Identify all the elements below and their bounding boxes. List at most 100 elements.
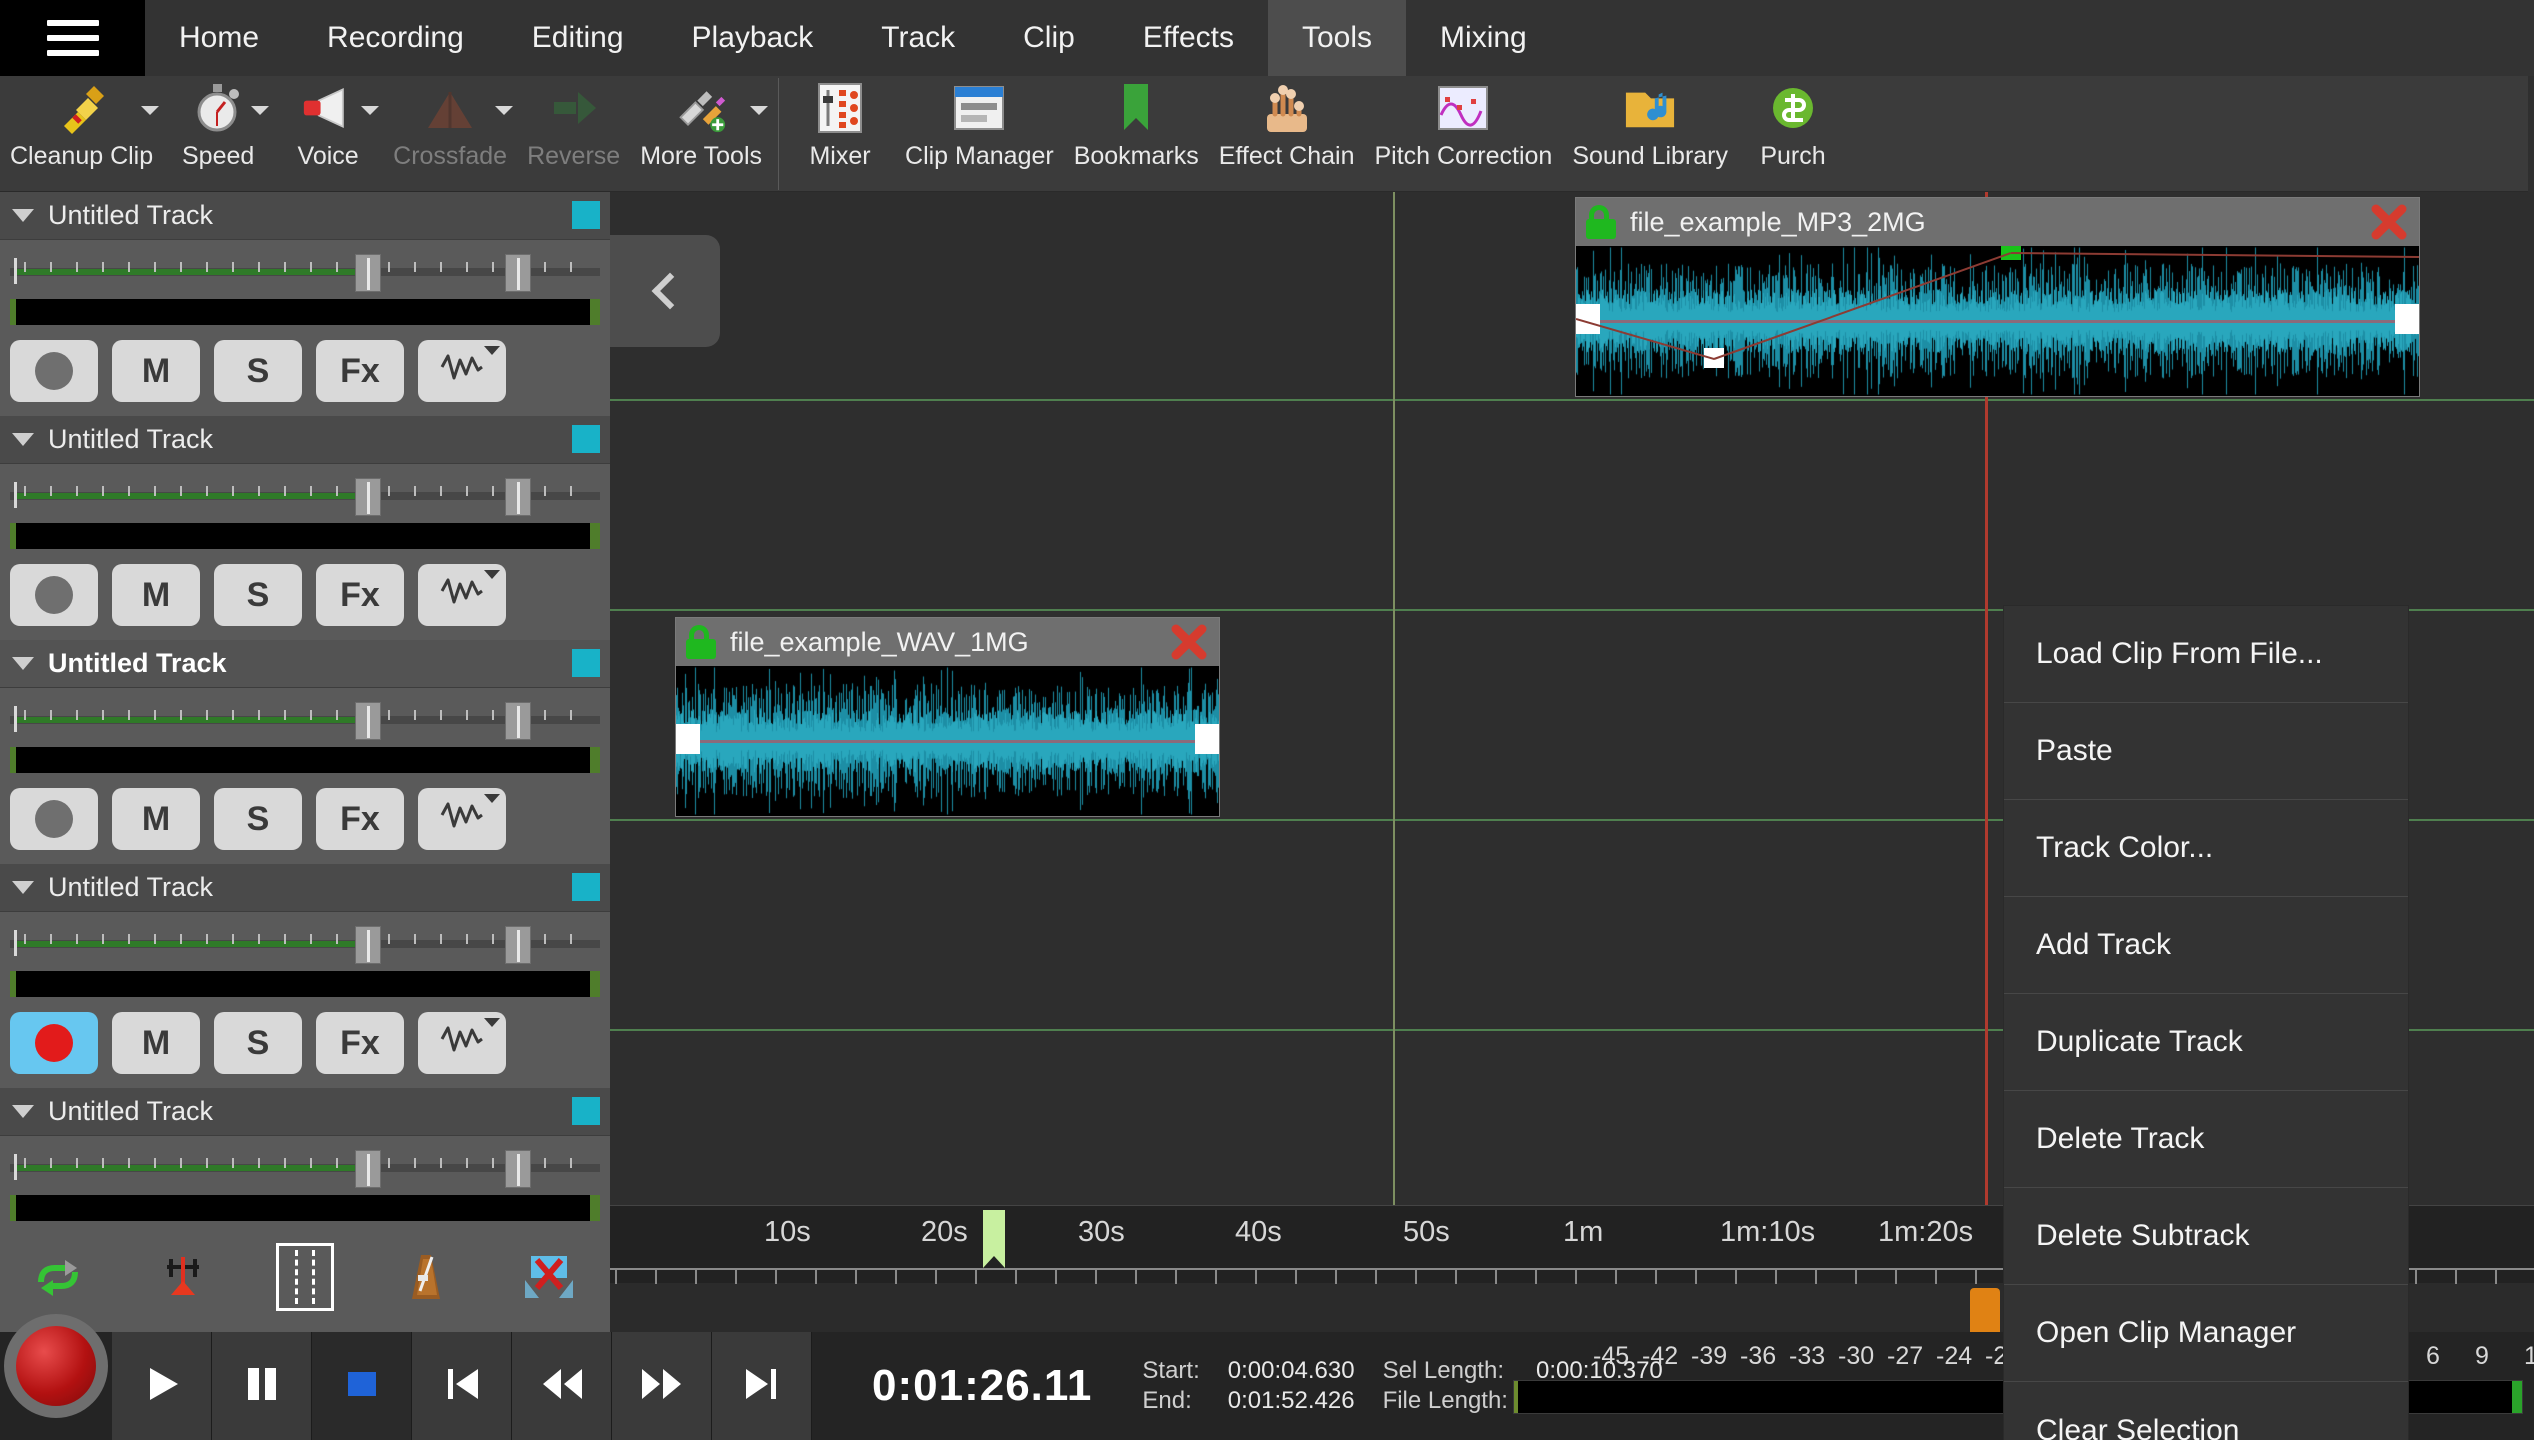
track-fx-button[interactable]: Fx — [316, 1012, 404, 1074]
track-record-button[interactable] — [10, 340, 98, 402]
audio-clip[interactable]: file_example_MP3_2MG — [1575, 197, 2420, 397]
track-waveform-button[interactable] — [418, 340, 506, 402]
pan-slider[interactable] — [10, 252, 600, 292]
track-record-button[interactable] — [10, 1012, 98, 1074]
transport-stop-button[interactable] — [312, 1332, 412, 1440]
transport-pause-button[interactable] — [212, 1332, 312, 1440]
clip-header[interactable]: file_example_WAV_1MG — [676, 618, 1219, 666]
menu-item-tools[interactable]: Tools — [1268, 0, 1406, 76]
clip-waveform[interactable] — [1576, 246, 2419, 396]
transport-skip-to-end-button[interactable] — [712, 1332, 812, 1440]
context-menu-item-add-track[interactable]: Add Track — [2004, 897, 2408, 994]
ruler-position-marker[interactable] — [983, 1210, 1005, 1256]
context-menu-item-paste[interactable]: Paste — [2004, 703, 2408, 800]
snap-marker-icon[interactable] — [122, 1222, 244, 1332]
track-header[interactable]: Untitled Track — [0, 1088, 610, 1136]
pan-thumb[interactable] — [355, 1150, 381, 1188]
clip-right-handle[interactable] — [2395, 304, 2419, 334]
track-fx-button[interactable]: Fx — [316, 564, 404, 626]
pan-slider[interactable] — [10, 476, 600, 516]
playhead-marker-green[interactable] — [1393, 192, 1395, 1205]
selection-frame-icon[interactable] — [244, 1222, 366, 1332]
ribbon-button-clip-manager[interactable]: Clip Manager — [895, 76, 1064, 192]
track-solo-button[interactable]: S — [214, 340, 302, 402]
pan-thumb[interactable] — [355, 478, 381, 516]
ribbon-button-effect-chain[interactable]: Effect Chain — [1209, 76, 1365, 192]
menu-item-track[interactable]: Track — [847, 0, 989, 76]
menu-item-playback[interactable]: Playback — [658, 0, 848, 76]
close-x-icon[interactable] — [2371, 204, 2407, 240]
collapse-panel-button[interactable] — [610, 235, 720, 347]
context-menu-item-duplicate-track[interactable]: Duplicate Track — [2004, 994, 2408, 1091]
track-header[interactable]: Untitled Track — [0, 416, 610, 464]
chevron-down-icon[interactable] — [12, 657, 34, 670]
pan-slider[interactable] — [10, 924, 600, 964]
transport-skip-to-start-button[interactable] — [412, 1332, 512, 1440]
track-header[interactable]: Untitled Track — [0, 640, 610, 688]
pan-thumb-2[interactable] — [505, 478, 531, 516]
volume-meter[interactable] — [10, 1192, 600, 1226]
ribbon-button-cleanup-clip[interactable]: Cleanup Clip — [0, 76, 163, 192]
track-mute-button[interactable]: M — [112, 340, 200, 402]
unlocked-icon[interactable] — [686, 625, 716, 659]
pan-slider[interactable] — [10, 1148, 600, 1188]
audio-clip[interactable]: file_example_WAV_1MG — [675, 617, 1220, 817]
unlocked-icon[interactable] — [1586, 205, 1616, 239]
track-color-chip[interactable] — [572, 873, 600, 901]
track-record-button[interactable] — [10, 788, 98, 850]
transport-fast-forward-button[interactable] — [612, 1332, 712, 1440]
clip-right-handle[interactable] — [1195, 724, 1219, 754]
pan-thumb-2[interactable] — [505, 926, 531, 964]
track-fx-button[interactable]: Fx — [316, 788, 404, 850]
context-menu[interactable]: Load Clip From File...PasteTrack Color..… — [2004, 606, 2408, 1440]
track-color-chip[interactable] — [572, 1097, 600, 1125]
track-header[interactable]: Untitled Track — [0, 192, 610, 240]
context-menu-item-clear-selection[interactable]: Clear Selection — [2004, 1382, 2408, 1440]
transport-play-button[interactable] — [112, 1332, 212, 1440]
chevron-down-icon[interactable] — [495, 106, 513, 115]
chevron-down-icon[interactable] — [12, 1105, 34, 1118]
transport-rewind-button[interactable] — [512, 1332, 612, 1440]
menu-item-effects[interactable]: Effects — [1109, 0, 1268, 76]
context-menu-item-load-clip-from-file[interactable]: Load Clip From File... — [2004, 606, 2408, 703]
track-record-button[interactable] — [10, 564, 98, 626]
chevron-down-icon[interactable] — [484, 570, 500, 579]
track-waveform-button[interactable] — [418, 564, 506, 626]
volume-meter[interactable] — [10, 968, 600, 1002]
ribbon-button-mixer[interactable]: Mixer — [785, 76, 895, 192]
menu-item-clip[interactable]: Clip — [989, 0, 1109, 76]
track-mute-button[interactable]: M — [112, 788, 200, 850]
track-waveform-button[interactable] — [418, 1012, 506, 1074]
track-solo-button[interactable]: S — [214, 788, 302, 850]
pan-thumb[interactable] — [355, 254, 381, 292]
chevron-down-icon[interactable] — [12, 433, 34, 446]
track-mute-button[interactable]: M — [112, 1012, 200, 1074]
ribbon-button-sound-library[interactable]: Sound Library — [1562, 76, 1738, 192]
chevron-down-icon[interactable] — [141, 106, 159, 115]
pan-thumb-2[interactable] — [505, 1150, 531, 1188]
volume-meter[interactable] — [10, 296, 600, 330]
context-menu-item-open-clip-manager[interactable]: Open Clip Manager — [2004, 1285, 2408, 1382]
track-waveform-button[interactable] — [418, 788, 506, 850]
chevron-down-icon[interactable] — [361, 106, 379, 115]
clear-selection-icon[interactable] — [488, 1222, 610, 1332]
chevron-down-icon[interactable] — [750, 106, 768, 115]
track-solo-button[interactable]: S — [214, 1012, 302, 1074]
ribbon-button-purch[interactable]: Purch — [1738, 76, 1848, 192]
track-color-chip[interactable] — [572, 425, 600, 453]
chevron-down-icon[interactable] — [12, 881, 34, 894]
context-menu-item-delete-track[interactable]: Delete Track — [2004, 1091, 2408, 1188]
menu-item-home[interactable]: Home — [145, 0, 293, 76]
menu-item-editing[interactable]: Editing — [498, 0, 658, 76]
metronome-icon[interactable] — [366, 1222, 488, 1332]
chevron-down-icon[interactable] — [484, 1018, 500, 1027]
chevron-down-icon[interactable] — [484, 794, 500, 803]
clip-header[interactable]: file_example_MP3_2MG — [1576, 198, 2419, 246]
close-x-icon[interactable] — [1171, 624, 1207, 660]
record-button[interactable] — [4, 1314, 108, 1418]
volume-meter[interactable] — [10, 744, 600, 778]
chevron-down-icon[interactable] — [484, 346, 500, 355]
track-mute-button[interactable]: M — [112, 564, 200, 626]
ribbon-button-voice[interactable]: Voice — [273, 76, 383, 192]
pan-thumb-2[interactable] — [505, 254, 531, 292]
